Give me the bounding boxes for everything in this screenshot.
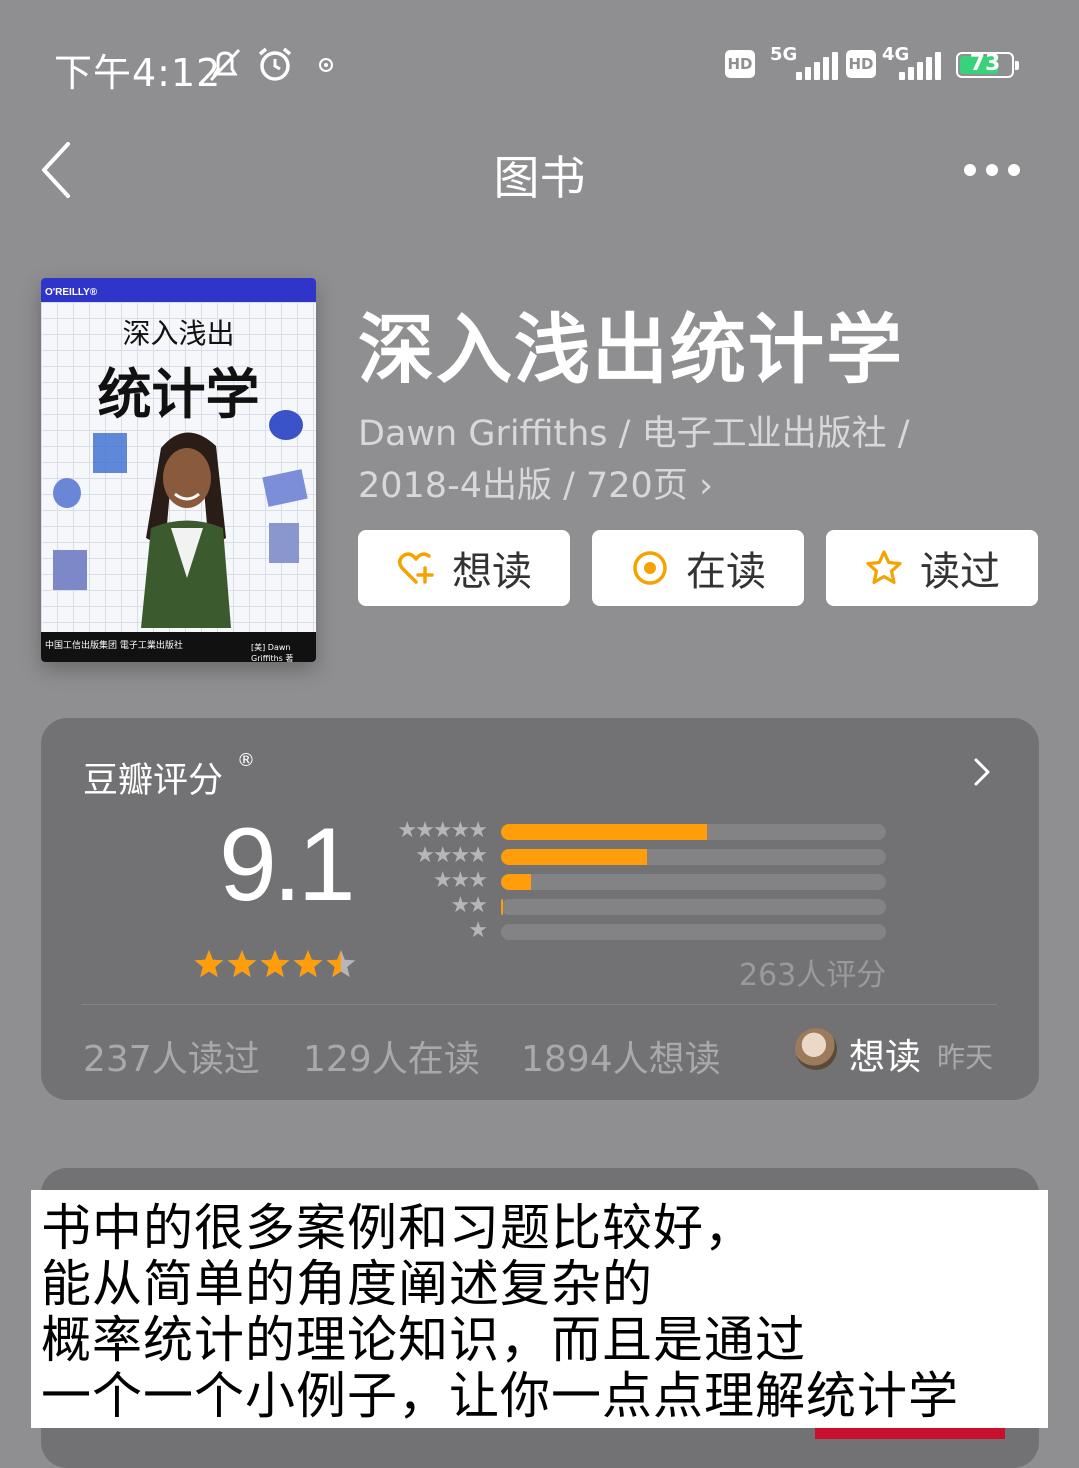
distribution-fill	[501, 849, 648, 865]
reading-count[interactable]: 129人在读	[303, 1030, 480, 1082]
chevron-right-icon[interactable]	[971, 756, 993, 788]
target-icon	[633, 551, 667, 585]
distribution-stars: ★★★	[432, 868, 488, 893]
book-meta-line1: Dawn Griffiths / 电子工业出版社 /	[358, 414, 910, 454]
distribution-track	[501, 924, 886, 940]
rating-card[interactable]: 豆瓣评分 ® 9.1 ★★★★★ ★★★★ ★★★ ★★ ★ 263人评分 237人读过…	[41, 718, 1039, 1100]
caption-line-1: 书中的很多案例和习题比较好，	[41, 1199, 755, 1257]
battery-level: 73	[969, 51, 1001, 76]
book-title: 深入浅出统计学	[358, 305, 904, 394]
more-options-icon[interactable]	[960, 160, 1024, 182]
distribution-track	[501, 849, 886, 865]
distribution-stars: ★	[468, 918, 488, 943]
alarm-icon	[258, 47, 292, 81]
rating-score: 9.1	[219, 807, 356, 923]
score-star	[260, 950, 290, 978]
signal-4g-icon	[893, 52, 945, 80]
cover-photo-3	[53, 550, 87, 590]
heart-plus-icon	[398, 552, 434, 584]
cover-subtitle: 深入浅出	[122, 317, 235, 350]
distribution-track	[501, 874, 886, 890]
distribution-track	[501, 899, 886, 915]
hd-badge-2: HD	[846, 50, 876, 78]
settings-small-icon	[319, 58, 333, 72]
distribution-track	[501, 824, 886, 840]
want-read-label: 想读	[452, 549, 532, 595]
mute-bell-icon	[209, 48, 241, 82]
reading-button[interactable]: 在读	[592, 530, 804, 606]
book-meta-line2: 2018-4出版 / 720页 ›	[358, 466, 713, 506]
distribution-row: ★★★★★	[391, 818, 886, 843]
book-meta[interactable]: Dawn Griffiths / 电子工业出版社 / 2018-4出版 / 72…	[358, 408, 978, 512]
cover-publisher-strip: 中国工信出版集团 電子工業出版社	[45, 641, 183, 651]
read-label: 读过	[920, 549, 1000, 595]
cover-author-strip: [美] Dawn Griffiths 著	[251, 643, 294, 662]
cover-publisher-logo: O'REILLY®	[45, 287, 98, 298]
rating-count: 263人评分	[739, 958, 887, 993]
cover-photo-2	[269, 523, 299, 563]
cover-person-illustration	[141, 432, 231, 628]
cover-photo-1	[93, 433, 127, 473]
distribution-stars: ★★★★	[415, 843, 488, 868]
distribution-fill	[501, 824, 707, 840]
distribution-row: ★★	[391, 893, 886, 918]
want-count[interactable]: 1894人想读	[521, 1030, 721, 1082]
friend-time: 昨天	[937, 1041, 994, 1074]
friend-avatar[interactable]	[795, 1028, 837, 1070]
distribution-row: ★	[391, 918, 886, 943]
status-time: 下午4:12	[54, 51, 222, 95]
distribution-row: ★★★	[391, 868, 886, 893]
red-element	[815, 1428, 1005, 1439]
status-bar: 下午4:12 HD 5G HD 4G 73	[0, 0, 1079, 130]
signal-5g-icon	[782, 52, 838, 80]
distribution-fill	[501, 899, 504, 915]
friend-action: 想读	[849, 1037, 922, 1078]
distribution-stars: ★★	[450, 893, 488, 918]
caption-line-3: 概率统计的理论知识，而且是通过	[41, 1311, 806, 1369]
read-count[interactable]: 237人读过	[83, 1030, 260, 1082]
want-read-button[interactable]: 想读	[358, 530, 570, 606]
book-cover[interactable]: O'REILLY® 深入浅出 统计学 中国工信出版集团 電子工業出版社 [美] …	[41, 278, 316, 662]
caption-line-2: 能从简单的角度阐述复杂的	[41, 1255, 653, 1313]
hd-badge: HD	[725, 50, 755, 78]
reading-label: 在读	[686, 549, 766, 595]
score-star	[194, 950, 224, 978]
distribution-fill	[501, 874, 532, 890]
caption-overlay: 书中的很多案例和习题比较好， 能从简单的角度阐述复杂的 概率统计的理论知识，而且…	[31, 1190, 1048, 1428]
star-outline-icon	[866, 550, 902, 584]
caption-line-4: 一个一个小例子，让你一点点理解统计学	[41, 1367, 959, 1425]
rating-registered-mark: ®	[237, 750, 255, 771]
cover-brain-illustration	[53, 478, 81, 508]
rating-divider	[81, 1004, 997, 1005]
score-star	[293, 950, 323, 978]
score-star	[227, 950, 257, 978]
rating-title: 豆瓣评分	[83, 761, 224, 801]
distribution-row: ★★★★	[391, 843, 886, 868]
read-button[interactable]: 读过	[826, 530, 1038, 606]
cover-ball-illustration	[269, 410, 303, 440]
score-stars-icon	[194, 950, 356, 978]
page-title: 图书	[493, 151, 586, 205]
distribution-stars: ★★★★★	[397, 818, 488, 843]
battery-icon: 73	[956, 51, 1019, 78]
